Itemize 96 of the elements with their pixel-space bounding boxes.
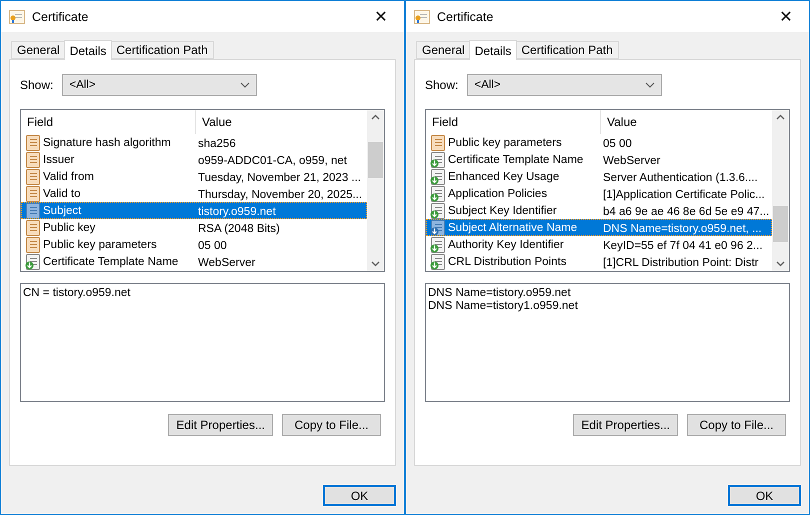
show-label: Show: bbox=[20, 78, 54, 92]
field-name: Authority Key Identifier bbox=[448, 238, 564, 250]
edit-properties-button[interactable]: Edit Properties... bbox=[168, 414, 273, 436]
field-value: WebServer bbox=[603, 154, 660, 166]
document-icon bbox=[430, 134, 446, 150]
edit-properties-button[interactable]: Edit Properties... bbox=[573, 414, 678, 436]
list-row[interactable]: Public key parameters 05 00 bbox=[21, 236, 367, 253]
document-icon bbox=[25, 220, 41, 236]
column-header[interactable]: Value bbox=[196, 110, 366, 134]
column-header[interactable]: Field bbox=[426, 110, 601, 134]
field-value: b4 a6 9e ae 46 8e 6d 5e e9 47... bbox=[603, 206, 770, 218]
window-title: Certificate bbox=[32, 10, 90, 24]
show-label: Show: bbox=[425, 78, 458, 92]
tab[interactable]: General bbox=[416, 41, 471, 59]
scrollbar[interactable] bbox=[367, 110, 384, 271]
column-header[interactable]: Field bbox=[21, 110, 196, 134]
field-value: Server Authentication (1.3.6.... bbox=[603, 172, 758, 184]
chevron-down-icon bbox=[645, 82, 656, 88]
scroll-down-icon[interactable] bbox=[371, 261, 380, 267]
copy-to-file-button[interactable]: Copy to File... bbox=[687, 414, 786, 436]
field-name: Application Policies bbox=[448, 188, 548, 200]
list-row[interactable]: Public key RSA (2048 Bits) bbox=[21, 219, 367, 236]
list-row[interactable]: Enhanced Key Usage Server Authentication (1.3.6.... bbox=[426, 168, 772, 185]
field-name: Signature hash algorithm bbox=[43, 136, 171, 148]
document-icon bbox=[25, 134, 41, 150]
field-value: RSA (2048 Bits) bbox=[198, 222, 280, 234]
detail-text-box[interactable]: DNS Name=tistory.o959.net DNS Name=tistory1.o959.net bbox=[425, 283, 790, 402]
field-value: Thursday, November 20, 2025... bbox=[198, 188, 362, 200]
tab[interactable]: General bbox=[11, 41, 66, 59]
window-title: Certificate bbox=[437, 10, 494, 24]
copy-to-file-button[interactable]: Copy to File... bbox=[282, 414, 381, 436]
field-name: Valid to bbox=[43, 188, 81, 200]
scrollbar[interactable] bbox=[772, 110, 789, 271]
list-row[interactable]: Public key parameters 05 00 bbox=[426, 134, 772, 151]
field-name: Valid from bbox=[43, 170, 94, 182]
document-icon bbox=[25, 202, 41, 218]
tab[interactable]: Details bbox=[64, 40, 112, 60]
scroll-thumb[interactable] bbox=[773, 206, 788, 242]
list-row[interactable]: Signature hash algorithm sha256 bbox=[21, 134, 367, 151]
field-name: Issuer bbox=[43, 154, 74, 166]
field-name: Public key bbox=[43, 222, 96, 234]
scroll-down-icon[interactable] bbox=[776, 261, 785, 267]
field-value: 05 00 bbox=[198, 240, 227, 252]
field-name: CRL Distribution Points bbox=[448, 256, 566, 268]
detail-line: CN = tistory.o959.net bbox=[23, 287, 132, 300]
field-name: Certificate Template Name bbox=[448, 154, 584, 166]
detail-line: DNS Name=tistory1.o959.net bbox=[428, 300, 579, 313]
field-value: [1]CRL Distribution Point: Distr bbox=[603, 256, 759, 268]
detail-line: DNS Name=tistory.o959.net bbox=[428, 287, 572, 300]
field-value: [1]Application Certificate Polic... bbox=[603, 188, 765, 200]
list-row[interactable]: Certificate Template Name WebServer bbox=[426, 151, 772, 168]
show-dropdown[interactable]: <All> bbox=[467, 74, 662, 96]
field-value: Tuesday, November 21, 2023 ... bbox=[198, 172, 362, 184]
show-dropdown[interactable]: <All> bbox=[62, 74, 258, 96]
list-row[interactable]: Application Policies [1]Application Certificate Polic... bbox=[426, 185, 772, 202]
list-row[interactable]: Issuer o959-ADDC01-CA, o959, net bbox=[21, 151, 367, 168]
field-name: Certificate Template Name bbox=[43, 256, 178, 268]
field-value: KeyID=55 ef 7f 04 41 e0 96 2... bbox=[603, 240, 763, 252]
certificate-icon bbox=[9, 10, 25, 24]
document-icon bbox=[25, 186, 41, 202]
ok-button[interactable]: OK bbox=[728, 485, 801, 506]
field-value: WebServer bbox=[198, 256, 256, 268]
list-row[interactable]: Certificate Template Name WebServer bbox=[21, 253, 367, 270]
list-row[interactable]: Subject Alternative Name DNS Name=tistory.o959.net, ... bbox=[426, 219, 772, 236]
field-name: Enhanced Key Usage bbox=[448, 170, 560, 182]
field-name: Subject bbox=[43, 204, 82, 216]
field-name: Subject Alternative Name bbox=[448, 222, 578, 234]
column-header[interactable]: Value bbox=[601, 110, 771, 134]
certificate-icon bbox=[414, 10, 430, 24]
field-name: Public key parameters bbox=[43, 238, 157, 250]
document-icon bbox=[25, 152, 41, 168]
list-row[interactable]: Authority Key Identifier KeyID=55 ef 7f 04 41 e0 96 2... bbox=[426, 236, 772, 253]
close-button[interactable]: ✕ bbox=[763, 1, 809, 32]
list-row[interactable]: CRL Distribution Points [1]CRL Distribution Point: Distr bbox=[426, 253, 772, 270]
ok-button[interactable]: OK bbox=[323, 485, 396, 506]
field-value: sha256 bbox=[198, 138, 236, 150]
chevron-down-icon bbox=[240, 82, 250, 88]
document-icon bbox=[25, 168, 41, 184]
field-value: DNS Name=tistory.o959.net, ... bbox=[603, 222, 762, 234]
field-value: o959-ADDC01-CA, o959, net bbox=[198, 154, 347, 166]
field-name: Subject Key Identifier bbox=[448, 204, 557, 216]
tab[interactable]: Details bbox=[468, 40, 518, 60]
tab[interactable]: Certification Path bbox=[110, 41, 214, 59]
field-name: Public key parameters bbox=[448, 136, 562, 148]
list-row[interactable]: Subject tistory.o959.net bbox=[21, 202, 367, 219]
tab[interactable]: Certification Path bbox=[515, 41, 619, 59]
document-icon bbox=[25, 236, 41, 252]
list-row[interactable]: Subject Key Identifier b4 a6 9e ae 46 8e 6d 5e e9 47... bbox=[426, 202, 772, 219]
scroll-up-icon[interactable] bbox=[776, 114, 785, 120]
scroll-thumb[interactable] bbox=[368, 142, 383, 178]
detail-text-box[interactable]: CN = tistory.o959.net bbox=[20, 283, 385, 402]
list-row[interactable]: Valid from Tuesday, November 21, 2023 ... bbox=[21, 168, 367, 185]
list-row[interactable]: Valid to Thursday, November 20, 2025... bbox=[21, 185, 367, 202]
scroll-up-icon[interactable] bbox=[371, 114, 380, 120]
field-value: 05 00 bbox=[603, 138, 632, 150]
close-button[interactable]: ✕ bbox=[358, 1, 404, 32]
